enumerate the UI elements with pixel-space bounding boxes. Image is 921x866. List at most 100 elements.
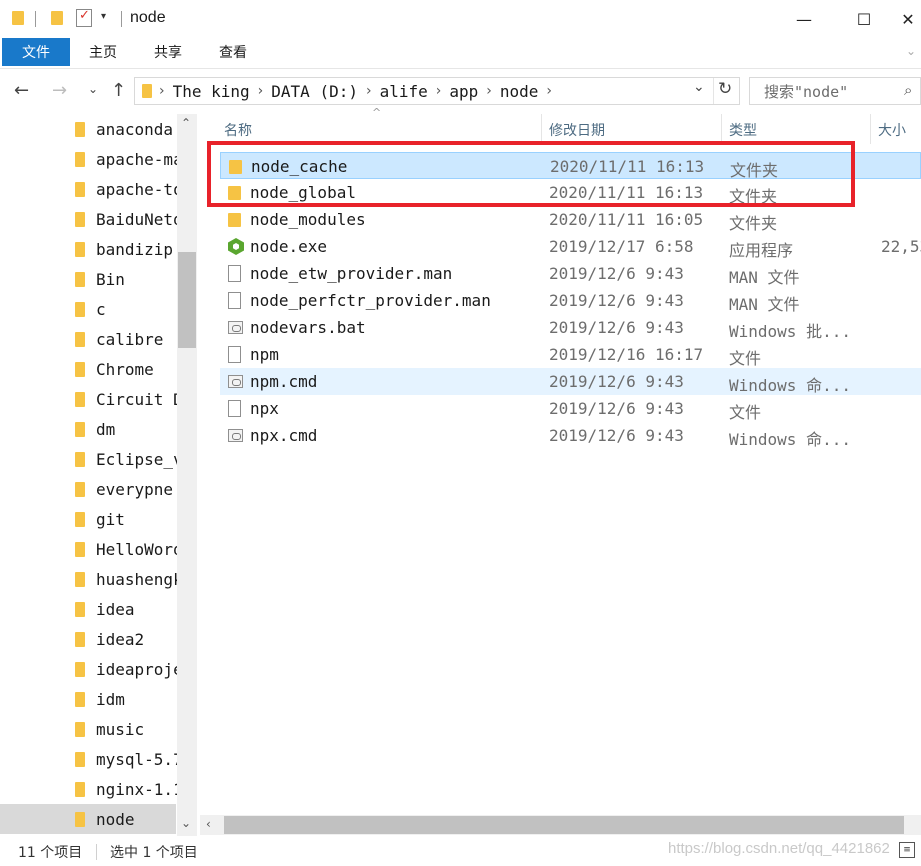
chevron-right-icon[interactable]: › xyxy=(436,83,442,99)
file-row[interactable]: node_modules 2020/11/11 16:05 文件夹 xyxy=(220,206,921,233)
tab-share[interactable]: 共享 xyxy=(140,38,196,66)
search-icon[interactable]: ⌕ xyxy=(904,81,912,99)
nav-item[interactable]: huashengk xyxy=(0,564,178,594)
column-header-type[interactable]: 类型 xyxy=(729,120,757,140)
nav-item[interactable]: idea xyxy=(0,594,176,624)
scroll-up-icon[interactable]: ⌃ xyxy=(181,116,191,130)
file-date: 2019/12/16 16:17 xyxy=(549,345,704,364)
nav-item[interactable]: HelloWord xyxy=(0,534,178,564)
address-bar[interactable]: › The king › DATA (D:) › alife › app › n… xyxy=(134,77,740,105)
chevron-right-icon[interactable]: › xyxy=(258,83,264,99)
recent-locations-icon[interactable]: ⌄ xyxy=(88,82,98,96)
nav-item-label: huashengk xyxy=(96,569,178,589)
nav-item[interactable]: apache-to xyxy=(0,174,178,204)
scroll-down-icon[interactable]: ⌄ xyxy=(181,816,191,830)
file-row[interactable]: npm.cmd 2019/12/6 9:43 Windows 命... xyxy=(220,368,921,395)
folder-icon xyxy=(75,782,85,797)
breadcrumb-item[interactable]: alife xyxy=(380,82,428,101)
nav-item[interactable]: BaiduNetd xyxy=(0,204,178,234)
nav-item-label: music xyxy=(96,719,145,739)
column-header-date[interactable]: 修改日期 xyxy=(549,120,605,140)
breadcrumb-item[interactable]: app xyxy=(449,82,478,101)
file-row[interactable]: node_perfctr_provider.man 2019/12/6 9:43 M… xyxy=(220,287,921,314)
nav-scrollbar[interactable] xyxy=(177,114,197,836)
folder-icon xyxy=(75,632,85,647)
expand-ribbon-icon[interactable]: ⌄ xyxy=(906,44,916,58)
nav-item[interactable]: Bin xyxy=(0,264,176,294)
file-row[interactable]: nodevars.bat 2019/12/6 9:43 Windows 批... xyxy=(220,314,921,341)
chevron-right-icon[interactable]: › xyxy=(486,83,492,99)
file-row[interactable]: npx 2019/12/6 9:43 文件 xyxy=(220,395,921,422)
file-row[interactable]: npx.cmd 2019/12/6 9:43 Windows 命... xyxy=(220,422,921,449)
maximize-button[interactable]: ☐ xyxy=(841,0,887,38)
search-input[interactable]: 搜索"node" ⌕ xyxy=(749,77,921,105)
folder-icon xyxy=(75,452,85,467)
nav-item[interactable]: c xyxy=(0,294,176,324)
tab-home[interactable]: 主页 xyxy=(75,38,131,66)
new-folder-icon[interactable] xyxy=(51,11,63,25)
forward-arrow-icon[interactable]: → xyxy=(52,80,67,101)
nav-item-label: apache-ma xyxy=(96,149,178,169)
nav-item[interactable]: node xyxy=(0,804,176,834)
chevron-down-icon[interactable]: ⌄ xyxy=(693,79,705,95)
file-row[interactable]: node_etw_provider.man 2019/12/6 9:43 MAN 文… xyxy=(220,260,921,287)
properties-icon[interactable]: ✓ xyxy=(76,8,92,27)
file-type: 文件 xyxy=(729,403,762,422)
nav-item[interactable]: mysql-5.7 xyxy=(0,744,178,774)
nav-item[interactable]: calibre xyxy=(0,324,176,354)
refresh-icon[interactable]: ↻ xyxy=(718,79,732,99)
nav-item[interactable]: everypne xyxy=(0,474,176,504)
nav-item[interactable]: anaconda xyxy=(0,114,176,144)
nav-item[interactable]: git xyxy=(0,504,176,534)
sort-ascending-icon: ^ xyxy=(372,106,382,119)
nav-item[interactable]: dm xyxy=(0,414,176,444)
column-header-name[interactable]: 名称 xyxy=(224,120,252,140)
column-divider[interactable] xyxy=(870,114,871,144)
script-file-icon xyxy=(228,429,243,442)
folder-icon xyxy=(75,362,85,377)
chevron-right-icon[interactable]: › xyxy=(546,83,552,99)
file-row[interactable]: npm 2019/12/16 16:17 文件 xyxy=(220,341,921,368)
tab-file[interactable]: 文件 xyxy=(2,38,70,66)
chevron-right-icon[interactable]: › xyxy=(366,83,372,99)
highlight-annotation xyxy=(207,141,855,207)
breadcrumb-item[interactable]: node xyxy=(500,82,539,101)
details-view-icon[interactable]: ≡ xyxy=(899,842,915,858)
nav-item[interactable]: ideaproje xyxy=(0,654,178,684)
nav-item-label: everypne xyxy=(96,479,174,499)
tab-view[interactable]: 查看 xyxy=(205,38,261,66)
folder-icon xyxy=(75,812,85,827)
nav-item[interactable]: nginx-1.1 xyxy=(0,774,178,804)
nav-item[interactable]: idm xyxy=(0,684,176,714)
nav-item[interactable]: apache-ma xyxy=(0,144,178,174)
horizontal-scroll-thumb[interactable] xyxy=(224,816,904,834)
folder-icon xyxy=(75,332,85,347)
back-arrow-icon[interactable]: ← xyxy=(14,80,29,101)
nav-item[interactable]: idea2 xyxy=(0,624,176,654)
nav-item[interactable]: Eclipse_v xyxy=(0,444,178,474)
folder-icon xyxy=(75,572,85,587)
scroll-left-icon[interactable]: ‹ xyxy=(206,817,211,831)
breadcrumb-item[interactable]: The king xyxy=(173,82,250,101)
nav-item[interactable]: Chrome xyxy=(0,354,176,384)
breadcrumb-item[interactable]: DATA (D:) xyxy=(271,82,358,101)
column-header-size[interactable]: 大小 xyxy=(878,120,906,140)
nav-item[interactable]: bandizip xyxy=(0,234,176,264)
chevron-right-icon[interactable]: › xyxy=(159,83,165,99)
column-divider[interactable] xyxy=(541,114,542,144)
nav-item[interactable]: music xyxy=(0,714,176,744)
up-arrow-icon[interactable]: ↑ xyxy=(111,80,126,101)
nav-item-label: BaiduNetd xyxy=(96,209,178,229)
minimize-button[interactable]: — xyxy=(781,0,827,38)
quick-access-dropdown-icon[interactable]: ▾ xyxy=(101,11,106,22)
file-row[interactable]: node.exe 2019/12/17 6:58 应用程序 22,53 xyxy=(220,233,921,260)
folder-icon xyxy=(75,662,85,677)
nav-scroll-thumb[interactable] xyxy=(178,252,196,348)
column-divider[interactable] xyxy=(721,114,722,144)
nav-item[interactable]: Circuit D xyxy=(0,384,178,414)
folder-icon xyxy=(75,272,85,287)
close-button[interactable]: ✕ xyxy=(895,0,921,38)
nav-item-label: apache-to xyxy=(96,179,178,199)
file-date: 2019/12/17 6:58 xyxy=(549,237,694,256)
divider xyxy=(713,78,714,104)
